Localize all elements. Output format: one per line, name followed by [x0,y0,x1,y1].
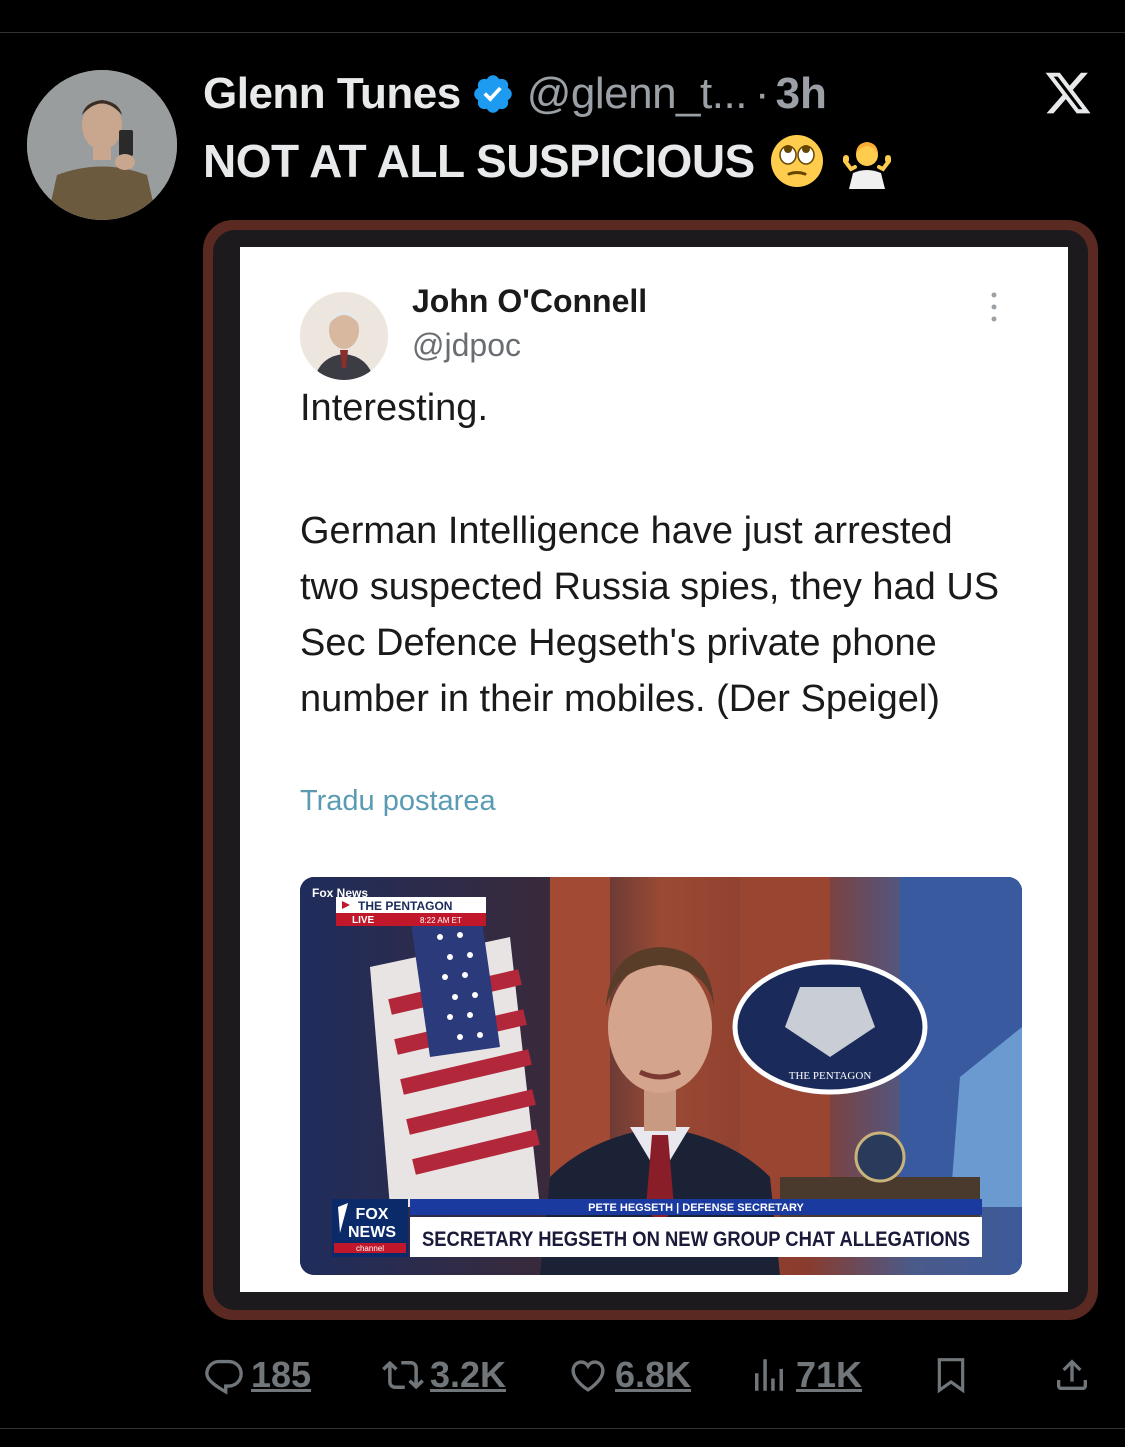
post-text-body: NOT AT ALL SUSPICIOUS [203,135,755,187]
post-time[interactable]: 3h [776,69,827,119]
post-header: Glenn Tunes @glenn_t... · 3h [203,66,827,122]
repost-count: 3.2K [430,1354,507,1395]
share-button[interactable] [1052,1354,1092,1396]
media-inner-frame: John O'Connell @jdpoc Interesting. Germa… [213,230,1088,1310]
separator-dot: · [754,69,770,118]
author-name[interactable]: Glenn Tunes [203,69,461,119]
views-count: 71K [796,1354,863,1395]
reply-button[interactable]: 185 [203,1354,311,1396]
name-bar-text: PETE HEGSETH | DEFENSE SECRETARY [588,1202,804,1214]
post-media[interactable]: John O'Connell @jdpoc Interesting. Germa… [203,220,1098,1320]
location-tag-text: THE PENTAGON [358,899,452,913]
bottom-divider [0,1428,1125,1429]
reply-count: 185 [251,1354,312,1395]
podium-seal-text: THE PENTAGON [789,1070,872,1082]
repost-icon [382,1360,424,1390]
bookmark-button[interactable] [931,1354,971,1396]
repost-button[interactable]: 3.2K [382,1354,506,1396]
top-divider [0,32,1125,33]
quoted-author-avatar [300,292,388,380]
action-bar: 185 3.2K 6.8K 71K [0,1346,1125,1402]
author-avatar[interactable] [27,70,177,220]
like-icon [571,1360,605,1392]
verified-badge-icon [473,75,512,113]
quoted-paragraph-2: German Intelligence have just arrested t… [300,510,1000,720]
quoted-author-name: John O'Connell [412,283,648,319]
more-dots-icon [991,292,997,322]
like-count: 6.8K [615,1354,692,1395]
headline-text: SECRETARY HEGSETH ON NEW GROUP CHAT ALLE… [422,1228,970,1251]
quoted-author-handle: @jdpoc [412,327,521,363]
author-handle[interactable]: @glenn_t... [527,69,748,119]
quoted-screenshot: John O'Connell @jdpoc Interesting. Germa… [240,247,1068,1292]
reply-icon [205,1359,243,1395]
views-icon [755,1359,783,1391]
live-time-text: 8:22 AM ET [420,916,462,925]
quoted-paragraph-1: Interesting. [300,387,488,429]
live-tag-text: LIVE [352,915,375,926]
fox-logo-bottom-text: NEWS [348,1224,396,1241]
translate-link: Tradu postarea [300,785,496,817]
face-with-rolling-eyes-icon [770,135,823,187]
bookmark-icon [937,1358,965,1394]
views-button[interactable]: 71K [748,1354,862,1396]
post-text: NOT AT ALL SUSPICIOUS [203,134,895,189]
fox-logo-sub-text: channel [356,1244,384,1253]
share-icon [1057,1359,1087,1390]
like-button[interactable]: 6.8K [567,1354,691,1396]
news-broadcast-image: THE PENTAGON Fox News THE PENTAGON LIVE … [300,877,1022,1275]
fox-logo-top-text: FOX [356,1206,389,1223]
person-shrugging-icon [842,142,891,189]
x-logo-icon [1045,72,1091,114]
